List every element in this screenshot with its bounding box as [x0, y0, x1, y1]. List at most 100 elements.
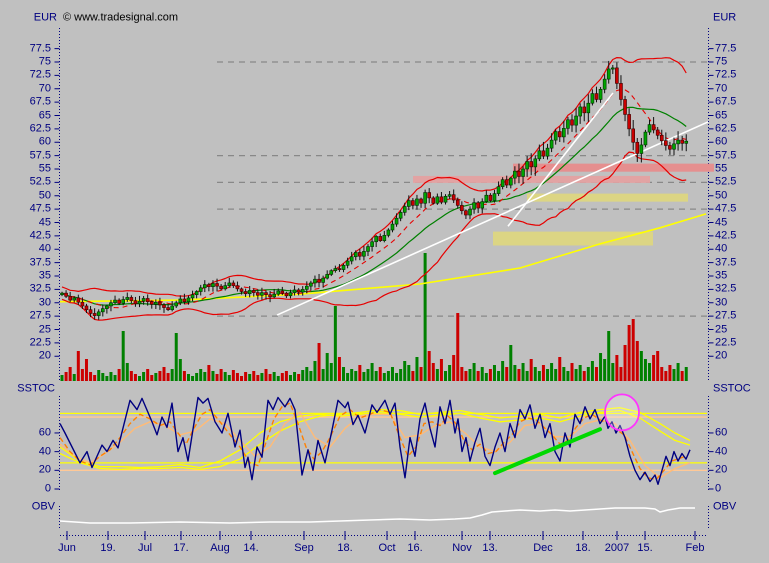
- candle-up: [138, 301, 141, 304]
- candle-up: [73, 298, 76, 300]
- candle-up: [566, 120, 569, 129]
- candle-up: [330, 271, 333, 275]
- obv-line: [60, 508, 695, 523]
- copyright-text: © www.tradesignal.com: [63, 13, 178, 24]
- price-tick-label-left: 42.5: [30, 230, 51, 241]
- price-tick-label-right: 62.5: [715, 123, 736, 134]
- candle-down: [632, 129, 635, 142]
- candle-up: [277, 291, 280, 294]
- volume-bar: [587, 367, 590, 381]
- price-tick-label-right: 70: [715, 83, 727, 94]
- volume-bar: [85, 359, 88, 381]
- candle-up: [424, 193, 427, 204]
- candle-up: [387, 230, 390, 235]
- volume-bar: [342, 367, 345, 381]
- candle-up: [346, 261, 349, 265]
- candle-up: [436, 197, 439, 203]
- candle-up: [497, 187, 500, 194]
- volume-bar: [367, 369, 370, 381]
- candle-up: [179, 299, 182, 303]
- volume-bar: [473, 363, 476, 381]
- candle-down: [460, 205, 463, 210]
- price-tick-label-left: 35: [39, 271, 51, 282]
- volume-bar: [358, 365, 361, 381]
- candle-down: [236, 286, 239, 289]
- volume-bar: [167, 373, 170, 381]
- volume-bar: [477, 371, 480, 381]
- candle-down: [628, 114, 631, 128]
- candle-up: [644, 132, 647, 145]
- candle-up: [640, 145, 643, 154]
- white-trendline-1: [277, 122, 708, 315]
- volume-bar: [513, 365, 516, 381]
- candle-up: [485, 195, 488, 201]
- volume-bar: [150, 375, 153, 381]
- sstoc-k-line: [60, 398, 690, 485]
- volume-bar: [371, 363, 374, 381]
- candle-up: [591, 94, 594, 104]
- sstoc-tick-label-left: 60: [39, 427, 51, 438]
- volume-bar: [309, 371, 312, 381]
- volume-bar: [130, 371, 133, 381]
- sstoc-panel-title-left: SSTOC: [17, 384, 55, 395]
- candle-down: [411, 201, 414, 206]
- candle-down: [583, 107, 586, 113]
- price-tick-label-left: 45: [39, 217, 51, 228]
- candle-down: [358, 252, 361, 256]
- obv-panel-title-right: OBV: [713, 502, 736, 513]
- candle-down: [93, 313, 96, 315]
- candle-up: [444, 196, 447, 202]
- volume-bar: [220, 369, 223, 381]
- candle-up: [293, 290, 296, 293]
- price-tick-label-right: 75: [715, 57, 727, 68]
- candle-up: [126, 297, 129, 299]
- candle-down: [636, 142, 639, 153]
- price-tick-label-left: 60: [39, 137, 51, 148]
- candle-down: [428, 193, 431, 198]
- price-tick-label-right: 65: [715, 110, 727, 121]
- candle-up: [142, 298, 145, 301]
- price-tick-label-right: 40: [715, 244, 727, 255]
- volume-bar: [497, 371, 500, 381]
- candle-up: [371, 242, 374, 247]
- candle-down: [183, 299, 186, 302]
- volume-bar: [305, 367, 308, 381]
- candle-down: [65, 293, 68, 296]
- candle-up: [554, 132, 557, 141]
- candle-down: [530, 162, 533, 167]
- volume-bar: [265, 369, 268, 381]
- volume-bar: [432, 363, 435, 381]
- candle-up: [313, 279, 316, 283]
- candle-up: [685, 141, 688, 143]
- price-tick-label-right: 27.5: [715, 311, 736, 322]
- volume-bar: [260, 373, 263, 381]
- volume-bar: [122, 331, 125, 381]
- price-tick-label-left: 30: [39, 297, 51, 308]
- volume-bar: [126, 363, 129, 381]
- volume-bar: [603, 359, 606, 381]
- tradesignal-chart-window: EUR © www.tradesignal.com EUR SSTOC SSTO…: [0, 0, 769, 563]
- candle-down: [652, 125, 655, 130]
- volume-bar: [685, 367, 688, 381]
- candle-down: [681, 140, 684, 143]
- volume-bar: [61, 375, 64, 381]
- candle-up: [522, 169, 525, 176]
- time-axis-label: Nov: [452, 543, 472, 554]
- price-tick-label-right: 67.5: [715, 97, 736, 108]
- price-tick-label-left: 52.5: [30, 177, 51, 188]
- candle-down: [656, 130, 659, 135]
- price-tick-label-left: 27.5: [30, 311, 51, 322]
- candle-up: [473, 203, 476, 209]
- volume-bar: [420, 367, 423, 381]
- volume-bar: [207, 365, 210, 381]
- volume-bar: [656, 351, 659, 381]
- candle-down: [134, 301, 137, 304]
- price-axis-title-right: EUR: [713, 13, 736, 24]
- candle-up: [599, 89, 602, 99]
- price-tick-label-right: 25: [715, 324, 727, 335]
- candle-up: [350, 257, 353, 261]
- price-tick-label-left: 72.5: [30, 70, 51, 81]
- candle-down: [318, 279, 321, 282]
- price-tick-label-right: 52.5: [715, 177, 736, 188]
- volume-bar: [97, 370, 100, 381]
